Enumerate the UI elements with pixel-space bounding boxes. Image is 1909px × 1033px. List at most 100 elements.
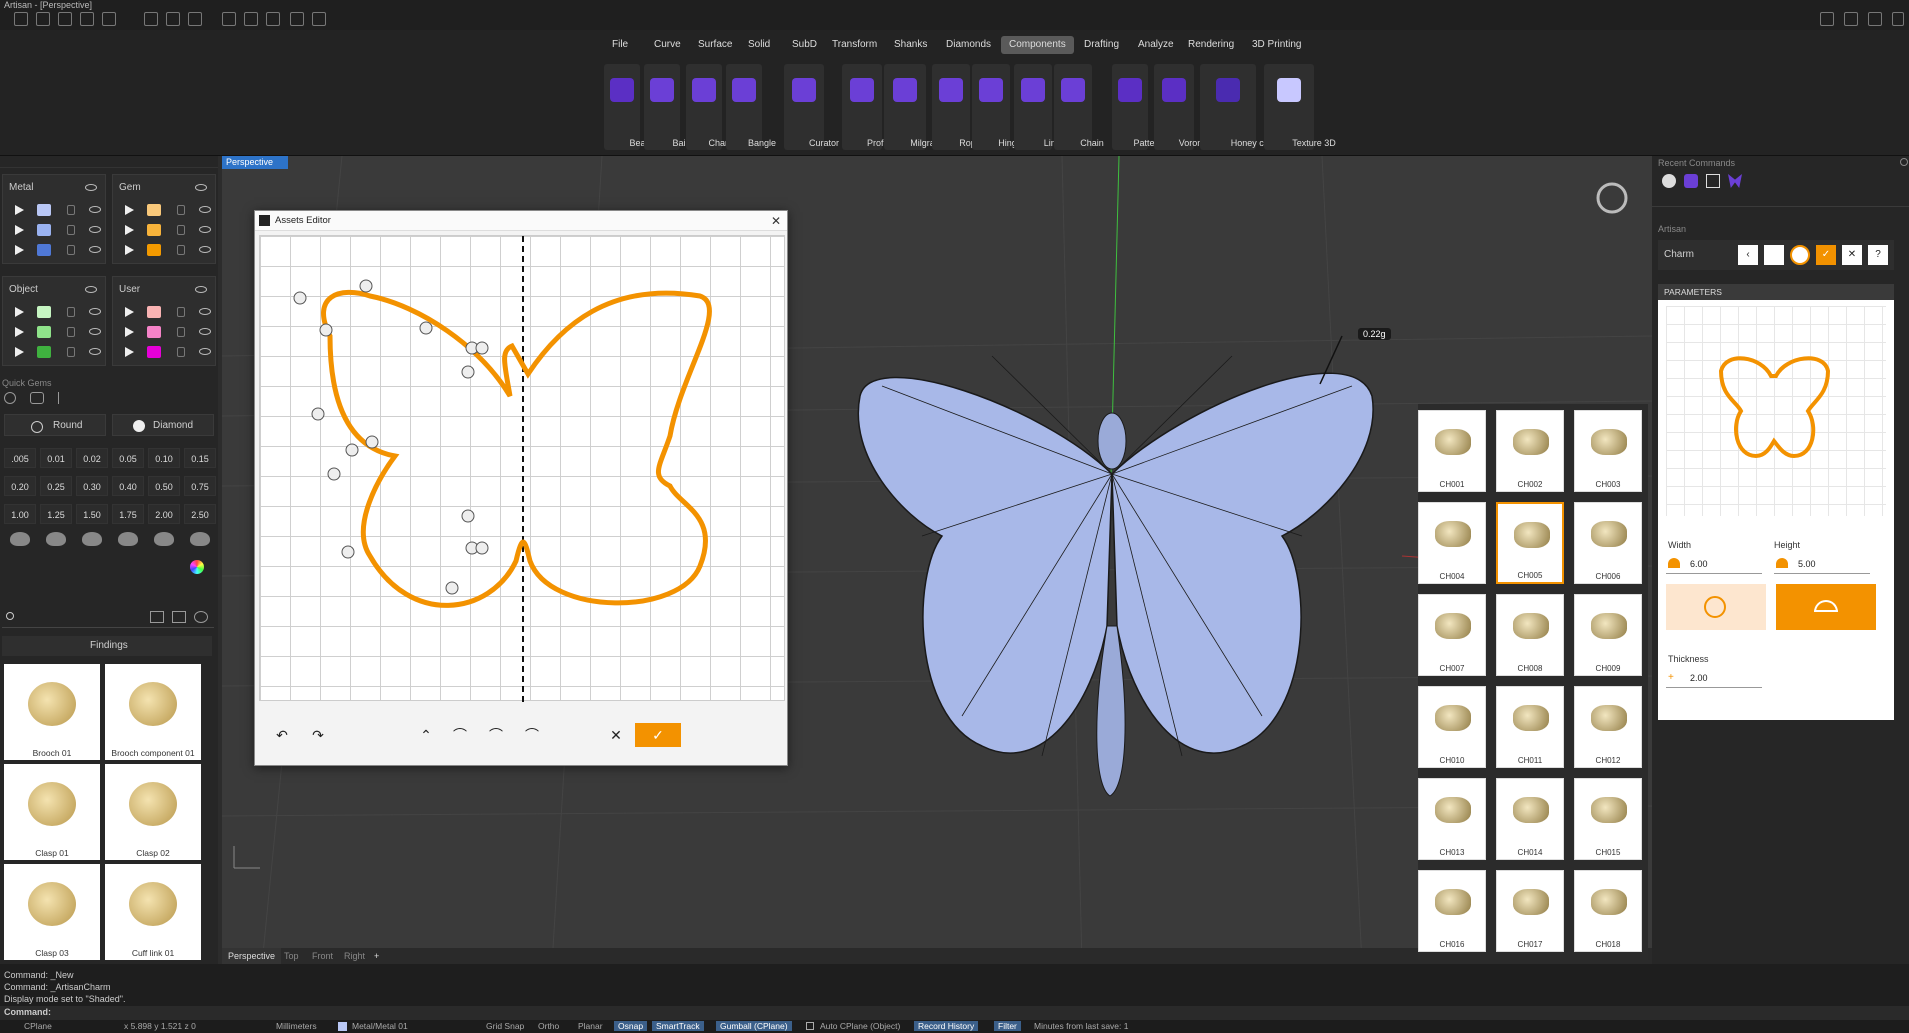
gem-size-button[interactable]: 0.10 bbox=[148, 448, 180, 468]
undo-button[interactable]: ↶ bbox=[267, 723, 297, 747]
osnap-toggle[interactable]: Osnap bbox=[614, 1021, 648, 1031]
tab-right[interactable]: Right bbox=[338, 948, 371, 964]
tool-milgrain-button[interactable]: Milgrain bbox=[884, 64, 942, 150]
parameters-header[interactable]: PARAMETERS bbox=[1658, 284, 1894, 300]
menu-subd[interactable]: SubD bbox=[784, 36, 825, 54]
play-icon[interactable] bbox=[125, 225, 134, 235]
cplane-label[interactable]: CPlane bbox=[24, 1021, 52, 1031]
tool-voronoi-button[interactable]: Voronoi bbox=[1154, 64, 1209, 150]
charm-item[interactable]: CH004 bbox=[1418, 502, 1486, 584]
menu-solid[interactable]: Solid bbox=[740, 36, 778, 54]
delete-point-tool-icon[interactable]: ⌒ bbox=[517, 723, 547, 747]
charm-item[interactable]: CH017 bbox=[1496, 870, 1564, 952]
gem-size-button[interactable]: 0.01 bbox=[40, 448, 72, 468]
play-icon[interactable] bbox=[15, 245, 24, 255]
confirm-button[interactable]: ✓ bbox=[635, 723, 681, 747]
eye-icon[interactable] bbox=[199, 226, 211, 233]
thickness-field[interactable]: + 2.00 bbox=[1666, 668, 1762, 688]
tool-chain-button[interactable]: Chain bbox=[1054, 64, 1104, 150]
charm-item[interactable]: CH006 bbox=[1574, 502, 1642, 584]
auto-cplane-checkbox[interactable] bbox=[806, 1022, 814, 1030]
record-history-toggle[interactable]: Record History bbox=[914, 1021, 979, 1031]
menu-analyze[interactable]: Analyze bbox=[1130, 36, 1182, 54]
color-swatch[interactable] bbox=[37, 306, 51, 318]
tool-hinge-button[interactable]: Hinge bbox=[972, 64, 1022, 150]
findings-header[interactable]: Findings bbox=[2, 636, 212, 656]
charm-item[interactable]: CH001 bbox=[1418, 410, 1486, 492]
charm-item[interactable]: CH015 bbox=[1574, 778, 1642, 860]
butterfly-icon[interactable] bbox=[1728, 174, 1742, 188]
recent-command-1-icon[interactable] bbox=[1662, 174, 1676, 188]
help-button[interactable]: ? bbox=[1868, 245, 1888, 265]
finding-item[interactable]: Brooch component 01 bbox=[105, 664, 201, 760]
eye-icon[interactable] bbox=[89, 246, 101, 253]
smarttrack-toggle[interactable]: SmartTrack bbox=[652, 1021, 704, 1031]
charm-item[interactable]: CH016 bbox=[1418, 870, 1486, 952]
finding-item[interactable]: Clasp 01 bbox=[4, 764, 100, 860]
charm-item[interactable]: CH018 bbox=[1574, 870, 1642, 952]
units[interactable]: Millimeters bbox=[276, 1021, 317, 1031]
planar-toggle[interactable]: Planar bbox=[578, 1021, 603, 1031]
settings-icon[interactable] bbox=[312, 12, 326, 26]
eye-icon[interactable] bbox=[199, 308, 211, 315]
charm-item[interactable]: CH011 bbox=[1496, 686, 1564, 768]
eye-icon[interactable] bbox=[85, 184, 97, 191]
gem-setting-icon[interactable] bbox=[46, 532, 66, 546]
lock-icon[interactable] bbox=[67, 205, 75, 215]
color-swatch[interactable] bbox=[37, 346, 51, 358]
charm-item[interactable]: CH010 bbox=[1418, 686, 1486, 768]
menu-surface[interactable]: Surface bbox=[690, 36, 740, 54]
color-swatch[interactable] bbox=[147, 346, 161, 358]
folder-add-icon[interactable] bbox=[150, 611, 164, 623]
charm-item[interactable]: CH007 bbox=[1418, 594, 1486, 676]
play-icon[interactable] bbox=[15, 307, 24, 317]
add-tab-icon[interactable]: + bbox=[368, 948, 385, 964]
lock-icon[interactable] bbox=[177, 347, 185, 357]
charm-item[interactable]: CH014 bbox=[1496, 778, 1564, 860]
tool-rope-button[interactable]: Rope bbox=[932, 64, 981, 150]
play-icon[interactable] bbox=[15, 347, 24, 357]
finding-item[interactable]: Clasp 03 bbox=[4, 864, 100, 960]
refresh-icon[interactable] bbox=[194, 611, 208, 623]
round-profile-option[interactable] bbox=[1666, 584, 1766, 630]
lock-icon[interactable] bbox=[67, 225, 75, 235]
lock-icon[interactable] bbox=[67, 327, 75, 337]
tool-pattern-button[interactable]: Pattern bbox=[1112, 64, 1163, 150]
command-input[interactable]: Command: bbox=[0, 1006, 1909, 1020]
play-icon[interactable] bbox=[15, 205, 24, 215]
corner-point-tool-icon[interactable]: ⌃ bbox=[411, 723, 441, 747]
curve-editor-grid[interactable] bbox=[259, 235, 785, 702]
gem-size-button[interactable]: 2.50 bbox=[184, 504, 216, 524]
gem-setting-icon[interactable] bbox=[154, 532, 174, 546]
new-file-icon[interactable] bbox=[14, 12, 28, 26]
charm-item[interactable]: CH009 bbox=[1574, 594, 1642, 676]
current-layer[interactable]: Metal/Metal 01 bbox=[352, 1021, 408, 1031]
gear-icon[interactable] bbox=[1900, 158, 1908, 166]
gem-size-button[interactable]: 0.15 bbox=[184, 448, 216, 468]
gem-size-button[interactable]: 0.40 bbox=[112, 476, 144, 496]
color-swatch[interactable] bbox=[147, 244, 161, 256]
eye-icon[interactable] bbox=[89, 328, 101, 335]
tab-top[interactable]: Top bbox=[278, 948, 305, 964]
charm-item[interactable]: CH003 bbox=[1574, 410, 1642, 492]
dialog-header[interactable]: Assets Editor ✕ bbox=[255, 211, 787, 231]
color-swatch[interactable] bbox=[37, 244, 51, 256]
eye-icon[interactable] bbox=[89, 226, 101, 233]
save-button[interactable] bbox=[1764, 245, 1784, 265]
color-swatch[interactable] bbox=[37, 224, 51, 236]
back-button[interactable]: ‹ bbox=[1738, 245, 1758, 265]
play-icon[interactable] bbox=[125, 347, 134, 357]
gem-size-button[interactable]: 0.20 bbox=[4, 476, 36, 496]
gem-size-button[interactable]: 0.75 bbox=[184, 476, 216, 496]
eye-icon[interactable] bbox=[89, 308, 101, 315]
help-icon[interactable] bbox=[1868, 12, 1882, 26]
tool-link-button[interactable]: Link bbox=[1014, 64, 1060, 150]
menu-rendering[interactable]: Rendering bbox=[1180, 36, 1242, 54]
width-field[interactable]: 6.00 bbox=[1666, 554, 1762, 574]
finding-item[interactable]: Clasp 02 bbox=[105, 764, 201, 860]
save-icon[interactable] bbox=[144, 12, 158, 26]
open-file-icon[interactable] bbox=[36, 12, 50, 26]
tool-bead-button[interactable]: Bead bbox=[604, 64, 651, 150]
close-icon[interactable]: ✕ bbox=[771, 211, 781, 231]
menu-shanks[interactable]: Shanks bbox=[886, 36, 935, 54]
